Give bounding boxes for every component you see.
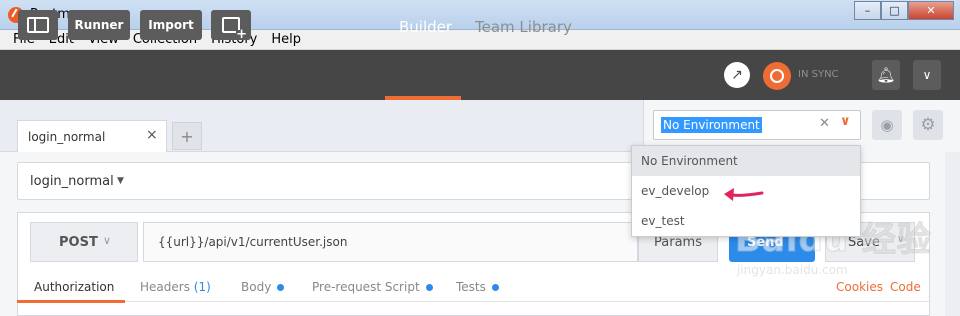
active-subtab-indicator xyxy=(17,300,125,303)
tab-tests[interactable]: Tests xyxy=(456,280,499,294)
maximize-button[interactable]: □ xyxy=(881,1,908,20)
tab-pre-request-script[interactable]: Pre-request Script xyxy=(312,280,433,294)
collection-name[interactable]: login_normal xyxy=(30,174,114,189)
new-window-button[interactable] xyxy=(211,10,251,40)
tab-headers-label: Headers xyxy=(140,280,190,294)
cookies-link[interactable]: Cookies xyxy=(836,280,883,294)
tab-builder[interactable]: Builder xyxy=(399,18,452,36)
clear-environment-icon[interactable]: ✕ xyxy=(819,116,830,131)
sidebar-toggle-icon xyxy=(27,17,49,33)
window-controls: – □ ✕ xyxy=(854,1,954,21)
environment-chevron-icon[interactable]: ∨ xyxy=(840,114,851,129)
tab-pre-request-label: Pre-request Script xyxy=(312,280,420,294)
method-chevron-icon[interactable]: ∨ xyxy=(103,234,111,247)
manage-environments-button[interactable]: ⚙ xyxy=(913,110,943,140)
close-tab-icon[interactable]: × xyxy=(146,127,158,143)
add-tab-button[interactable]: + xyxy=(172,122,202,150)
env-option-ev-test[interactable]: ev_test xyxy=(632,206,860,236)
tab-authorization[interactable]: Authorization xyxy=(34,280,114,294)
url-input[interactable]: {{url}}/api/v1/currentUser.json xyxy=(143,222,638,262)
method-select[interactable]: POST xyxy=(30,222,138,262)
eye-icon: ◉ xyxy=(880,116,894,134)
sidebar-toggle-button[interactable] xyxy=(18,10,58,40)
request-tab[interactable]: login_normal xyxy=(17,120,167,152)
save-chevron-icon[interactable]: ∨ xyxy=(897,234,904,245)
minimize-button[interactable]: – xyxy=(854,1,881,20)
body-indicator-dot xyxy=(277,284,285,291)
tab-headers[interactable]: Headers (1) xyxy=(140,280,211,294)
environment-quick-look-button[interactable]: ◉ xyxy=(872,110,902,140)
pre-request-indicator-dot xyxy=(425,284,433,291)
tests-indicator-dot xyxy=(491,284,499,291)
tab-body[interactable]: Body xyxy=(241,280,285,294)
headers-count: (1) xyxy=(193,280,211,294)
satellite-icon[interactable]: ↗ xyxy=(724,62,750,88)
chevron-down-icon: ∨ xyxy=(922,68,932,82)
menu-help[interactable]: Help xyxy=(271,32,301,47)
collection-caret-icon[interactable]: ▼ xyxy=(117,176,124,186)
close-window-button[interactable]: ✕ xyxy=(908,1,954,20)
scrollbar-track[interactable] xyxy=(945,152,960,316)
tab-tests-label: Tests xyxy=(456,280,486,294)
arrow-annotation-icon xyxy=(724,188,764,201)
bell-icon: 🔔︎ xyxy=(876,66,896,84)
new-window-icon xyxy=(222,17,247,40)
env-option-no-environment[interactable]: No Environment xyxy=(632,146,860,176)
sync-icon[interactable] xyxy=(763,62,791,90)
environment-selected-value[interactable]: No Environment xyxy=(661,117,762,133)
notifications-button[interactable]: 🔔︎ xyxy=(872,60,900,90)
tab-team-library[interactable]: Team Library xyxy=(475,18,572,36)
runner-button[interactable]: Runner xyxy=(68,10,130,40)
settings-menu-button[interactable]: ∨ xyxy=(913,60,941,90)
import-button[interactable]: Import xyxy=(140,10,202,40)
tab-body-label: Body xyxy=(241,280,272,294)
gear-icon: ⚙ xyxy=(920,115,936,135)
sync-status: IN SYNC xyxy=(798,69,839,80)
code-link[interactable]: Code xyxy=(890,280,921,294)
